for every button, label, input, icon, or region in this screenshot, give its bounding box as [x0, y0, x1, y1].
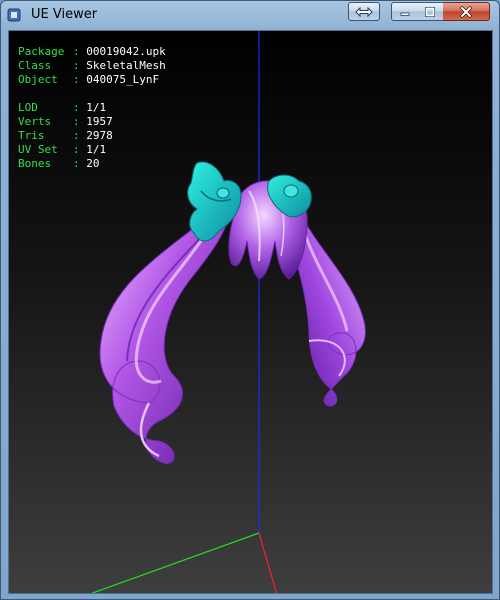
bones-sep: : — [73, 157, 80, 170]
minimize-button[interactable] — [391, 2, 418, 21]
close-button[interactable] — [443, 2, 490, 21]
x-axis-line — [258, 532, 278, 593]
tris-label: Tris — [18, 129, 45, 142]
package-label: Package — [18, 45, 65, 58]
swap-arrows-icon — [355, 6, 373, 17]
info-row-bones: Bones: 20 — [18, 157, 166, 171]
info-row-uvset: UV Set: 1/1 — [18, 143, 166, 157]
info-row-verts: Verts: 1957 — [18, 115, 166, 129]
swap-button[interactable] — [348, 2, 380, 21]
info-row-lod: LOD: 1/1 — [18, 101, 166, 115]
minimize-icon — [400, 12, 409, 16]
tris-value: 2978 — [86, 129, 113, 142]
object-label: Object — [18, 73, 58, 86]
object-sep: : — [73, 73, 80, 86]
info-row-package: Package: 00019042.upk — [18, 45, 166, 59]
info-row-object: Object: 040075_LynF — [18, 73, 166, 87]
package-value: 00019042.upk — [86, 45, 166, 58]
title-bar[interactable]: UE Viewer — [1, 1, 499, 29]
lod-label: LOD — [18, 101, 38, 114]
app-icon — [7, 8, 21, 22]
verts-sep: : — [73, 115, 80, 128]
info-row-class: Class: SkeletalMesh — [18, 59, 166, 73]
lod-sep: : — [73, 101, 80, 114]
package-sep: : — [73, 45, 80, 58]
object-value: 040075_LynF — [86, 73, 160, 86]
uvset-value: 1/1 — [86, 143, 107, 156]
3d-viewport[interactable]: Package: 00019042.upk Class: SkeletalMes… — [8, 30, 493, 594]
tris-sep: : — [73, 129, 80, 142]
bones-label: Bones — [18, 157, 52, 170]
maximize-icon — [424, 6, 436, 17]
info-row-tris: Tris: 2978 — [18, 129, 166, 143]
verts-label: Verts — [18, 115, 52, 128]
verts-value: 1957 — [86, 115, 113, 128]
maximize-button[interactable] — [417, 2, 444, 21]
lod-value: 1/1 — [86, 101, 107, 114]
class-sep: : — [73, 59, 80, 72]
bones-value: 20 — [86, 157, 100, 170]
y-axis-line — [90, 532, 260, 593]
window-title: UE Viewer — [31, 7, 98, 22]
class-value: SkeletalMesh — [86, 59, 166, 72]
left-pigtail — [99, 205, 230, 464]
mesh-info-panel: Package: 00019042.upk Class: SkeletalMes… — [18, 45, 166, 171]
uvset-label: UV Set — [18, 143, 58, 156]
app-window: UE Viewer Package: 00019042.upk Class:… — [0, 0, 500, 600]
close-icon — [460, 5, 472, 18]
class-label: Class — [18, 59, 52, 72]
uvset-sep: : — [73, 143, 80, 156]
